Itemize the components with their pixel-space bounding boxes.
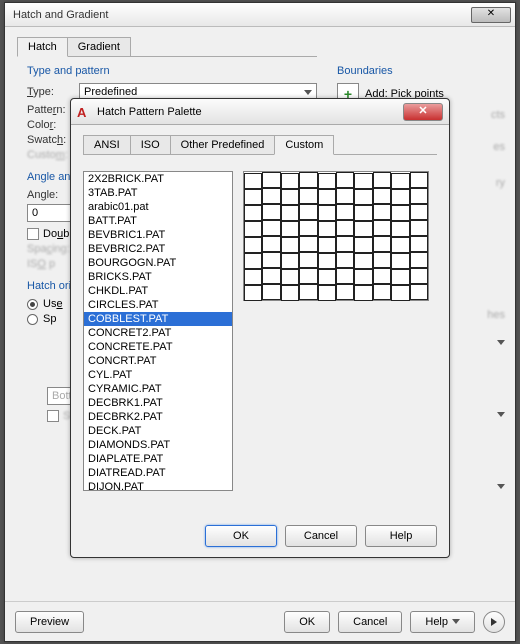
specified-label: Sp	[43, 313, 56, 325]
list-item[interactable]: arabic01.pat	[84, 200, 232, 214]
arrow-right-icon	[491, 618, 497, 626]
type-label: Type:	[27, 86, 79, 98]
tab-gradient[interactable]: Gradient	[67, 37, 131, 56]
list-item[interactable]: 3TAB.PAT	[84, 186, 232, 200]
chevron-down-icon[interactable]	[497, 484, 505, 501]
radio-current-origin[interactable]	[27, 299, 38, 310]
window-title: Hatch and Gradient	[9, 9, 471, 21]
chevron-down-icon	[304, 90, 312, 95]
list-item[interactable]: CONCRETE.PAT	[84, 340, 232, 354]
list-item[interactable]: DIATREAD.PAT	[84, 466, 232, 480]
palette-tab-iso[interactable]: ISO	[130, 135, 171, 154]
list-item[interactable]: CONCRET2.PAT	[84, 326, 232, 340]
list-item[interactable]: DIAMONDS.PAT	[84, 438, 232, 452]
radio-specified-origin[interactable]	[27, 314, 38, 325]
cancel-button[interactable]: Cancel	[338, 611, 402, 633]
palette-titlebar: A Hatch Pattern Palette ✕	[71, 99, 449, 125]
list-item[interactable]: DIJON.PAT	[84, 480, 232, 491]
palette-tab-other-predefined[interactable]: Other Predefined	[170, 135, 276, 154]
palette-tab-custom[interactable]: Custom	[274, 135, 334, 155]
palette-title: Hatch Pattern Palette	[97, 106, 403, 118]
use-current-label: Use	[43, 298, 63, 310]
cancel-button[interactable]: Cancel	[285, 525, 357, 547]
palette-tab-ansi[interactable]: ANSI	[83, 135, 131, 154]
palette-tabs: ANSIISOOther PredefinedCustom	[83, 135, 437, 155]
pattern-preview	[243, 171, 429, 301]
chevron-down-icon	[452, 619, 460, 624]
list-item[interactable]: BEVBRIC1.PAT	[84, 228, 232, 242]
list-item[interactable]: BOURGOGN.PAT	[84, 256, 232, 270]
close-icon[interactable]: ✕	[403, 103, 443, 121]
pattern-list[interactable]: 2X2BRICK.PAT3TAB.PATarabic01.patBATT.PAT…	[83, 171, 233, 491]
tab-hatch[interactable]: Hatch	[17, 37, 68, 57]
list-item[interactable]: BEVBRIC2.PAT	[84, 242, 232, 256]
preview-button[interactable]: Preview	[15, 611, 84, 633]
hatch-pattern-palette-dialog: A Hatch Pattern Palette ✕ ANSIISOOther P…	[70, 98, 450, 558]
app-icon: A	[77, 105, 91, 119]
double-checkbox[interactable]	[27, 228, 39, 240]
list-item[interactable]: CIRCLES.PAT	[84, 298, 232, 312]
list-item[interactable]: BATT.PAT	[84, 214, 232, 228]
help-button[interactable]: Help	[410, 611, 475, 633]
list-item[interactable]: CHKDL.PAT	[84, 284, 232, 298]
list-item[interactable]: CONCRT.PAT	[84, 354, 232, 368]
close-icon[interactable]: ✕	[471, 7, 511, 23]
titlebar: Hatch and Gradient ✕	[5, 3, 515, 27]
chevron-down-icon[interactable]	[497, 340, 505, 357]
list-item[interactable]: DECBRK1.PAT	[84, 396, 232, 410]
list-item[interactable]: CYRAMIC.PAT	[84, 382, 232, 396]
expand-button[interactable]	[483, 611, 505, 633]
main-tabs: Hatch Gradient	[17, 37, 317, 57]
list-item[interactable]: 2X2BRICK.PAT	[84, 172, 232, 186]
list-item[interactable]: COBBLEST.PAT	[84, 312, 232, 326]
section-boundaries: Boundaries	[337, 65, 505, 77]
help-button[interactable]: Help	[365, 525, 437, 547]
chevron-down-icon[interactable]	[497, 412, 505, 429]
ok-button[interactable]: OK	[205, 525, 277, 547]
list-item[interactable]: DECK.PAT	[84, 424, 232, 438]
list-item[interactable]: DIAPLATE.PAT	[84, 452, 232, 466]
list-item[interactable]: CYL.PAT	[84, 368, 232, 382]
dialog-buttons: Preview OK Cancel Help	[5, 601, 515, 641]
section-type: Type and pattern	[27, 65, 317, 77]
list-item[interactable]: BRICKS.PAT	[84, 270, 232, 284]
list-item[interactable]: DECBRK2.PAT	[84, 410, 232, 424]
store-default-checkbox[interactable]	[47, 410, 59, 422]
ok-button[interactable]: OK	[284, 611, 330, 633]
